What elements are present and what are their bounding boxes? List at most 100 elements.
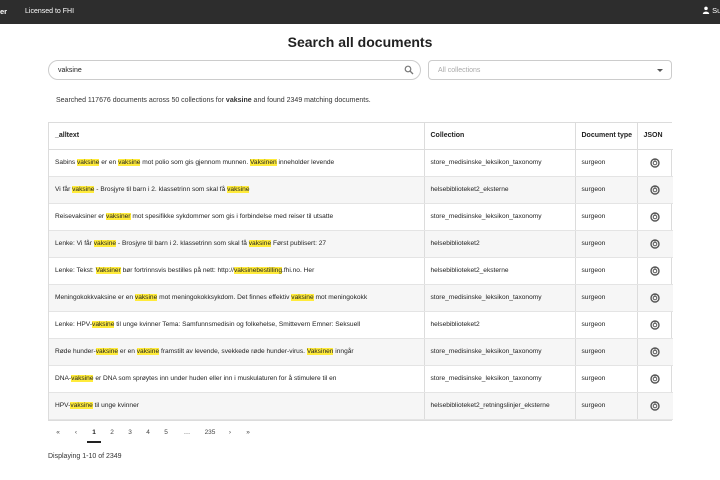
- text-segment: mot meningokokksykdom. Det finnes effekt…: [157, 294, 292, 301]
- highlight-match: vaksine: [77, 159, 100, 166]
- highlight-match: vaksine: [136, 348, 160, 355]
- cell-json: [637, 203, 673, 231]
- text-segment: mot polio som gis gjennom munnen.: [140, 159, 251, 166]
- text-segment: til unge kvinner: [92, 402, 139, 409]
- cell-document-type: surgeon: [575, 149, 638, 177]
- highlight-match: vaksine: [92, 321, 115, 328]
- cell-collection: helsebiblioteket2_eksterne: [424, 257, 576, 285]
- text-segment: Reisevaksiner er: [55, 213, 106, 220]
- page-first-button[interactable]: «: [51, 429, 65, 436]
- text-segment: HPV-: [55, 402, 71, 409]
- app-brand[interactable]: er: [0, 7, 7, 16]
- cell-alltext: Reisevaksiner er vaksiner mot spesifikke…: [49, 203, 425, 231]
- json-view-icon[interactable]: [650, 238, 660, 249]
- highlight-match: vaksine: [71, 375, 94, 382]
- text-segment: Lenke: Tekst:: [55, 267, 96, 274]
- search-input-value[interactable]: vaksine: [58, 67, 82, 74]
- page-4-button[interactable]: 4: [141, 429, 155, 436]
- json-view-icon[interactable]: [650, 184, 660, 195]
- table-row[interactable]: Vi får vaksine - Brosjyre til barn i 2. …: [49, 176, 673, 204]
- user-name: Su: [712, 6, 720, 15]
- text-segment: er DNA som sprøytes inn under huden elle…: [93, 375, 337, 382]
- table-row[interactable]: Røde hunder-vaksine er en vaksine framst…: [49, 338, 673, 366]
- cell-document-type: surgeon: [575, 311, 638, 339]
- highlight-match: Vaksinen: [250, 159, 277, 166]
- cell-alltext: Vi får vaksine - Brosjyre til barn i 2. …: [49, 176, 425, 204]
- text-segment: Lenke: HPV-: [55, 321, 93, 328]
- text-segment: Vi får: [55, 186, 73, 193]
- highlight-match: vaksine: [134, 294, 158, 301]
- json-view-icon[interactable]: [650, 211, 660, 222]
- json-view-icon[interactable]: [650, 346, 660, 357]
- search-input[interactable]: vaksine: [48, 60, 421, 80]
- table-row[interactable]: HPV-vaksine til unge kvinner helsebibliot…: [49, 392, 673, 420]
- table-row[interactable]: Lenke: Vi får vaksine - Brosjyre til bar…: [49, 230, 673, 258]
- cell-alltext: Sabins vaksine er en vaksine mot polio s…: [49, 149, 425, 177]
- page-prev-button[interactable]: ‹: [69, 429, 83, 436]
- text-segment: mot meningokokk: [313, 294, 368, 301]
- cell-json: [637, 176, 673, 204]
- page-5-button[interactable]: 5: [159, 429, 173, 436]
- text-segment: Røde hunder-: [55, 348, 96, 355]
- json-view-icon[interactable]: [650, 400, 660, 411]
- highlight-match: vaksine: [118, 159, 141, 166]
- results-count: Displaying 1-10 of 2349: [48, 453, 122, 460]
- cell-json: [637, 365, 673, 393]
- highlight-match: Vaksinen: [306, 348, 334, 355]
- page-last-button[interactable]: »: [241, 429, 255, 436]
- text-segment: .fhi.no. Her: [282, 267, 315, 274]
- page-next-button[interactable]: ›: [223, 429, 237, 436]
- license-label: Licensed to FHI: [25, 7, 75, 15]
- page-ellipsis: …: [183, 429, 191, 436]
- table-row[interactable]: Lenke: Tekst: Vaksiner bør fortrinnsvis …: [49, 257, 673, 285]
- json-view-icon[interactable]: [650, 265, 660, 276]
- json-view-icon[interactable]: [650, 157, 660, 168]
- text-segment: - Brosjyre til barn i 2. klassetrinn som…: [94, 186, 228, 193]
- highlight-match: Vaksiner: [95, 267, 121, 274]
- table-row[interactable]: DNA-vaksine er DNA som sprøytes inn unde…: [49, 365, 673, 393]
- table-header-row: _alltext Collection Document type JSON: [49, 123, 673, 150]
- column-header-alltext[interactable]: _alltext: [49, 123, 425, 150]
- json-view-icon[interactable]: [650, 373, 660, 384]
- column-header-document-type[interactable]: Document type: [575, 123, 638, 150]
- collection-select[interactable]: All collections: [428, 60, 672, 80]
- page-last-number-button[interactable]: 235: [201, 429, 219, 436]
- cell-document-type: surgeon: [575, 176, 638, 204]
- user-menu[interactable]: Su: [702, 6, 720, 15]
- page-title: Search all documents: [287, 34, 433, 50]
- cell-collection: store_medisinske_leksikon_taxonomy: [424, 365, 576, 393]
- page-2-button[interactable]: 2: [105, 429, 119, 436]
- table-row[interactable]: Sabins vaksine er en vaksine mot polio s…: [49, 149, 673, 177]
- search-icon[interactable]: [404, 65, 414, 75]
- page-3-button[interactable]: 3: [123, 429, 137, 436]
- column-header-collection[interactable]: Collection: [424, 123, 576, 150]
- cell-json: [637, 230, 673, 258]
- text-segment: - Brosjyre til barn i 2. klassetrinn som…: [116, 240, 249, 247]
- highlight-match: vaksine: [93, 240, 117, 247]
- collection-select-placeholder: All collections: [438, 67, 481, 74]
- text-segment: Lenke: Vi får: [55, 240, 94, 247]
- table-row[interactable]: Lenke: HPV-vaksine til unge kvinner Tema…: [49, 311, 673, 339]
- cell-alltext: Lenke: Tekst: Vaksiner bør fortrinnsvis …: [49, 257, 425, 285]
- table-row[interactable]: Meningokokkvaksine er en vaksine mot men…: [49, 284, 673, 312]
- highlight-match: vaksiner: [105, 213, 131, 220]
- highlight-match: vaksine: [70, 402, 93, 409]
- table-row[interactable]: Reisevaksiner er vaksiner mot spesifikke…: [49, 203, 673, 231]
- json-view-icon[interactable]: [650, 319, 660, 330]
- cell-collection: store_medisinske_leksikon_taxonomy: [424, 338, 576, 366]
- highlight-match: vaksine: [95, 348, 119, 355]
- json-view-icon[interactable]: [650, 292, 660, 303]
- text-segment: DNA-: [55, 375, 72, 382]
- cell-json: [637, 338, 673, 366]
- cell-collection: store_medisinske_leksikon_taxonomy: [424, 203, 576, 231]
- page-1-button[interactable]: 1: [87, 429, 101, 443]
- cell-alltext: Lenke: Vi får vaksine - Brosjyre til bar…: [49, 230, 425, 258]
- highlight-match: vaksine: [227, 186, 250, 193]
- cell-json: [637, 311, 673, 339]
- summary-query: vaksine: [225, 97, 252, 104]
- cell-document-type: surgeon: [575, 392, 638, 420]
- text-segment: bør fortrinnsvis bestilles på nett: http…: [120, 267, 234, 274]
- cell-collection: helsebiblioteket2_retningslinjer_ekstern…: [424, 392, 576, 420]
- cell-document-type: surgeon: [575, 284, 638, 312]
- text-segment: er en: [118, 348, 137, 355]
